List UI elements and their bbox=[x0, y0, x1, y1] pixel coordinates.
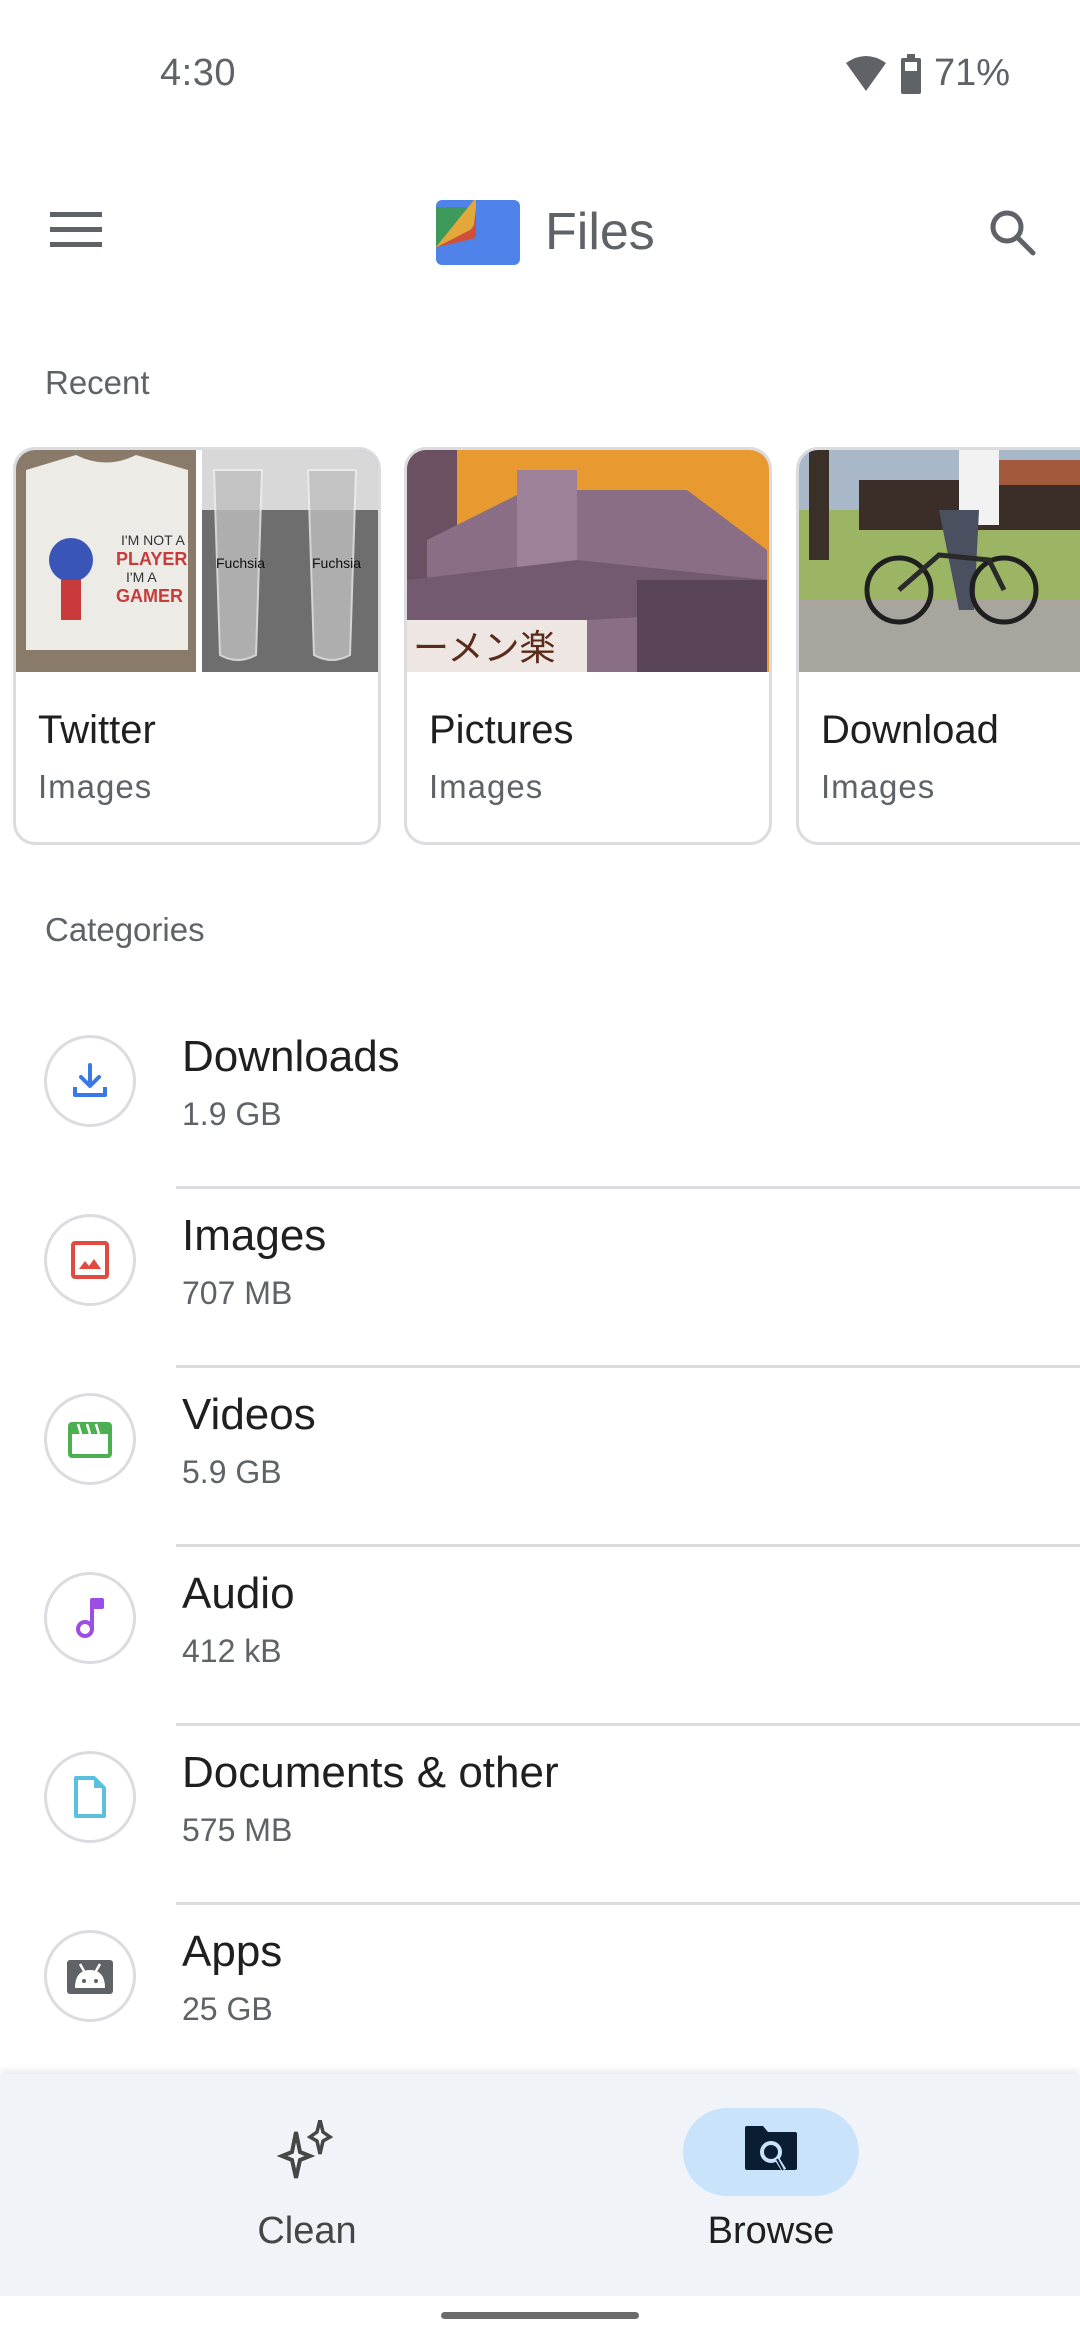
category-size: 575 MB bbox=[182, 1812, 293, 1848]
card-thumbnail bbox=[799, 450, 1080, 672]
wifi-icon bbox=[844, 55, 888, 93]
recent-card-pictures[interactable]: ーメン楽 Pictures Images bbox=[404, 447, 772, 845]
category-name: Downloads bbox=[182, 1032, 400, 1081]
nav-clean-pill bbox=[219, 2108, 395, 2196]
category-size: 707 MB bbox=[182, 1275, 293, 1311]
card-title: Download bbox=[821, 708, 999, 752]
card-title: Pictures bbox=[429, 708, 574, 752]
recent-heading: Recent bbox=[45, 364, 150, 401]
category-documents[interactable]: Documents & other 575 MB bbox=[0, 1726, 1080, 1905]
search-icon bbox=[987, 207, 1037, 262]
card-subtitle: Images bbox=[38, 768, 153, 805]
gesture-navigation-bar[interactable] bbox=[441, 2312, 639, 2319]
category-name: Images bbox=[182, 1211, 327, 1260]
category-images[interactable]: Images 707 MB bbox=[0, 1189, 1080, 1368]
nav-browse[interactable]: Browse bbox=[621, 2074, 921, 2296]
category-size: 25 GB bbox=[182, 1991, 273, 2027]
category-videos[interactable]: Videos 5.9 GB bbox=[0, 1368, 1080, 1547]
card-title: Twitter bbox=[38, 708, 156, 752]
category-size: 5.9 GB bbox=[182, 1454, 282, 1490]
nav-clean[interactable]: Clean bbox=[157, 2074, 457, 2296]
category-name: Documents & other bbox=[182, 1748, 559, 1797]
android-icon bbox=[44, 1930, 136, 2022]
status-icons: 71% bbox=[844, 52, 1010, 95]
card-thumbnail: ーメン楽 bbox=[407, 450, 769, 672]
recent-carousel[interactable]: I'M NOT A PLAYER I'M A GAMER Fuchsia Fuc… bbox=[0, 447, 1080, 847]
category-name: Apps bbox=[182, 1927, 283, 1976]
svg-text:GAMER: GAMER bbox=[116, 586, 183, 606]
menu-button[interactable] bbox=[40, 200, 112, 264]
search-button[interactable] bbox=[980, 202, 1044, 266]
nav-browse-label: Browse bbox=[707, 2210, 835, 2252]
recent-card-download[interactable]: Download Images bbox=[796, 447, 1080, 845]
card-subtitle: Images bbox=[429, 768, 544, 805]
battery-percent: 71% bbox=[933, 52, 1010, 94]
svg-text:Fuchsia: Fuchsia bbox=[312, 555, 361, 571]
category-apps[interactable]: Apps 25 GB bbox=[0, 1905, 1080, 2084]
svg-text:ーメン楽: ーメン楽 bbox=[413, 628, 556, 669]
svg-text:I'M NOT A: I'M NOT A bbox=[121, 532, 186, 548]
svg-text:PLAYER: PLAYER bbox=[116, 549, 187, 569]
sparkle-icon bbox=[272, 2119, 342, 2185]
category-size: 1.9 GB bbox=[182, 1096, 282, 1132]
document-icon bbox=[44, 1751, 136, 1843]
category-name: Videos bbox=[182, 1390, 316, 1439]
category-name: Audio bbox=[182, 1569, 295, 1618]
nav-browse-pill bbox=[683, 2108, 859, 2196]
battery-icon bbox=[900, 53, 922, 94]
download-icon bbox=[44, 1035, 136, 1127]
video-clapper-icon bbox=[44, 1393, 136, 1485]
app-title: Files bbox=[545, 203, 655, 261]
card-thumbnail: I'M NOT A PLAYER I'M A GAMER Fuchsia Fuc… bbox=[16, 450, 378, 672]
card-subtitle: Images bbox=[821, 768, 936, 805]
app-bar: Files bbox=[0, 180, 1080, 284]
status-time: 4:30 bbox=[160, 52, 236, 94]
files-logo-icon bbox=[436, 200, 522, 266]
folder-search-icon bbox=[743, 2124, 799, 2181]
recent-card-twitter[interactable]: I'M NOT A PLAYER I'M A GAMER Fuchsia Fuc… bbox=[13, 447, 381, 845]
category-downloads[interactable]: Downloads 1.9 GB bbox=[0, 1010, 1080, 1189]
category-audio[interactable]: Audio 412 kB bbox=[0, 1547, 1080, 1726]
categories-heading: Categories bbox=[45, 911, 205, 948]
status-bar: 4:30 71% bbox=[0, 0, 1080, 150]
svg-text:Fuchsia: Fuchsia bbox=[216, 555, 265, 571]
svg-text:I'M A: I'M A bbox=[126, 569, 157, 585]
menu-icon bbox=[50, 211, 102, 253]
category-size: 412 kB bbox=[182, 1633, 282, 1669]
nav-clean-label: Clean bbox=[257, 2210, 357, 2252]
image-icon bbox=[44, 1214, 136, 1306]
bottom-navigation: Clean Browse bbox=[0, 2074, 1080, 2296]
music-note-icon bbox=[44, 1572, 136, 1664]
